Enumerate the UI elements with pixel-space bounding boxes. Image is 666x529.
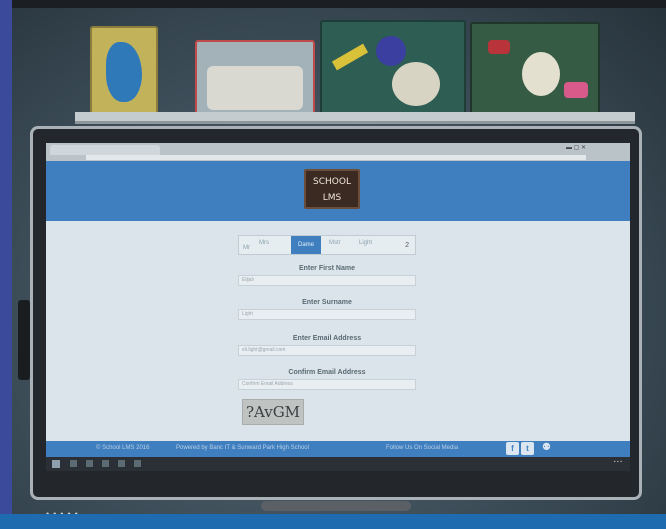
cell-model-green [320, 20, 466, 118]
footer-copyright: © School LMS 2016 [96, 445, 150, 451]
taskbar: ▪ ▪ ▪ [46, 457, 630, 471]
taskbar-app-icon[interactable] [70, 460, 77, 467]
browser-tab[interactable] [50, 145, 160, 155]
social-icons: f t [506, 442, 534, 455]
footer-follow-text: Follow Us On Social Media [386, 445, 459, 451]
surname-input[interactable]: Light [238, 309, 416, 320]
captcha-image: ?AvGM [242, 399, 304, 425]
footer-powered-by: Powered by Banc IT & Sunward Park High S… [176, 445, 309, 451]
title-option-selected[interactable]: Dame [291, 236, 321, 254]
first-name-label: Enter First Name [298, 265, 356, 272]
cell-model-box [195, 40, 315, 118]
bottom-strip [0, 514, 666, 529]
left-frame [0, 0, 12, 529]
facebook-icon[interactable]: f [506, 442, 519, 455]
people-icon[interactable]: ⚉ [542, 442, 551, 453]
side-device [18, 300, 30, 380]
school-lms-logo[interactable]: SCHOOL LMS [304, 169, 360, 209]
start-button[interactable] [52, 460, 60, 468]
logo-line2: LMS [322, 193, 342, 203]
taskbar-app-icon[interactable] [102, 460, 109, 467]
cell-model-left [90, 26, 158, 118]
screen: ▬ ▢ ✕ SCHOOL LMS Mr Mrs Dame Mstr Light … [46, 143, 630, 471]
first-name-input[interactable]: Elijah [238, 275, 416, 286]
app-footer: © School LMS 2016 Powered by Banc IT & S… [46, 441, 630, 457]
display-speaker-bar [261, 501, 411, 511]
taskbar-app-icon[interactable] [134, 460, 141, 467]
title-option-mstr[interactable]: Mstr [329, 240, 341, 246]
title-option-mr[interactable]: Mr [243, 245, 250, 251]
app-header: SCHOOL LMS [46, 161, 630, 221]
top-strip [12, 0, 666, 8]
address-bar[interactable] [86, 155, 586, 160]
twitter-icon[interactable]: t [521, 442, 534, 455]
window-controls[interactable]: ▬ ▢ ✕ [566, 144, 586, 151]
confirm-email-input[interactable]: Confirm Email Address [238, 379, 416, 390]
cell-model-right [470, 22, 600, 118]
shelf [75, 112, 635, 124]
surname-label: Enter Surname [302, 299, 352, 306]
title-option-mrs[interactable]: Mrs [259, 240, 269, 246]
taskbar-app-icon[interactable] [118, 460, 125, 467]
taskbar-clock: ▪ ▪ ▪ [613, 459, 622, 465]
email-label: Enter Email Address [292, 335, 362, 342]
logo-line1: SCHOOL [313, 177, 351, 187]
browser-bar: ▬ ▢ ✕ [46, 143, 630, 161]
title-count: 2 [405, 242, 409, 249]
interactive-display: ▬ ▢ ✕ SCHOOL LMS Mr Mrs Dame Mstr Light … [30, 126, 642, 511]
title-selector[interactable]: Mr Mrs Dame Mstr Light 2 [238, 235, 416, 255]
email-input[interactable]: eli.light@gmail.com [238, 345, 416, 356]
confirm-email-label: Confirm Email Address [288, 369, 366, 376]
taskbar-app-icon[interactable] [86, 460, 93, 467]
registration-form: Mr Mrs Dame Mstr Light 2 Enter First Nam… [46, 221, 630, 441]
title-option-light[interactable]: Light [359, 240, 372, 246]
